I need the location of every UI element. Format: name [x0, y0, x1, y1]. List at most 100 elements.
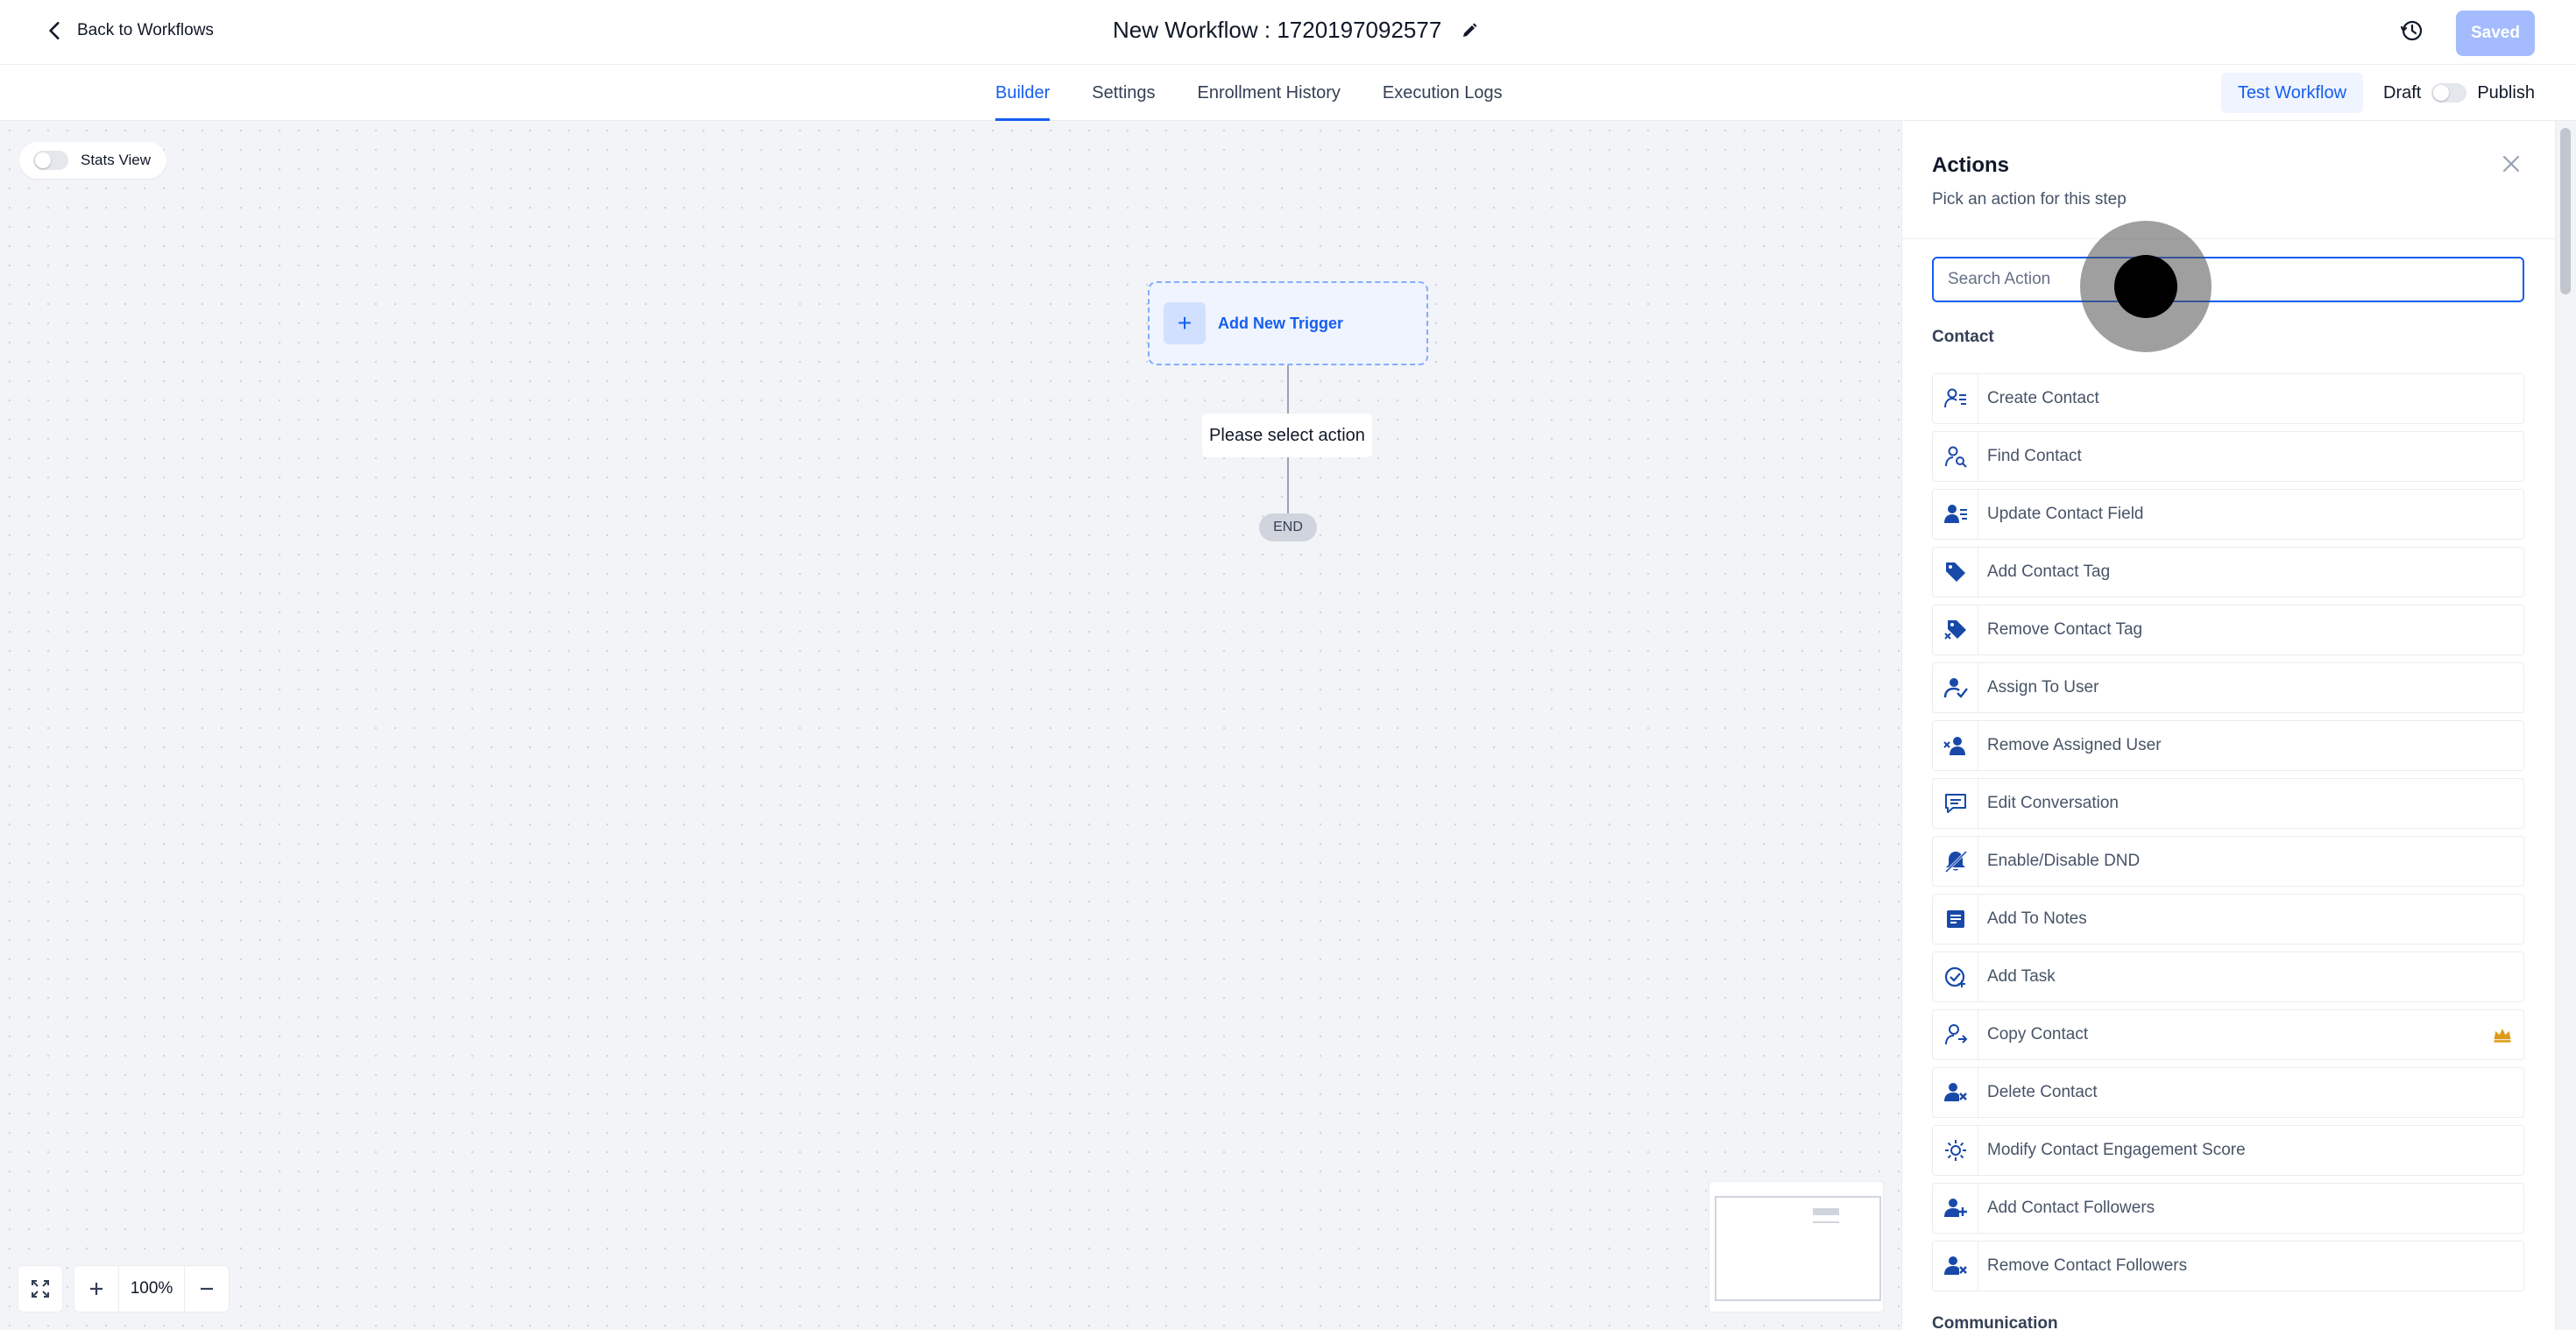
stats-view-toggle[interactable]	[33, 151, 68, 170]
tab-enrollment-history[interactable]: Enrollment History	[1198, 65, 1341, 121]
minus-icon	[201, 1287, 213, 1291]
user-assign-icon	[1943, 678, 1968, 698]
publish-toggle-group: Draft Publish	[2383, 65, 2535, 121]
tab-bar: Builder Settings Enrollment History Exec…	[0, 65, 2576, 121]
action-icon-cell	[1933, 1242, 1978, 1291]
saved-button[interactable]: Saved	[2456, 11, 2535, 56]
action-item[interactable]: Add To Notes	[1932, 894, 2524, 944]
panel-subtitle: Pick an action for this step	[1932, 190, 2127, 209]
bell-off-icon	[1944, 850, 1967, 874]
pencil-icon[interactable]	[1461, 22, 1478, 39]
action-icon-cell	[1933, 548, 1978, 597]
plus-icon: +	[1164, 302, 1206, 344]
action-item[interactable]: Find Contact	[1932, 431, 2524, 482]
tab-execution-logs[interactable]: Execution Logs	[1383, 65, 1503, 121]
user-copy-icon	[1944, 1024, 1967, 1045]
section-communication: Communication	[1932, 1314, 2058, 1330]
select-action-node[interactable]: Please select action	[1202, 414, 1372, 457]
user-x-icon	[1943, 1256, 1967, 1275]
action-item[interactable]: Add Contact Tag	[1932, 547, 2524, 598]
action-label: Remove Assigned User	[1987, 736, 2162, 754]
panel-scrollbar[interactable]	[2555, 121, 2576, 1330]
connector-line	[1287, 365, 1289, 414]
action-icon-cell	[1933, 952, 1978, 1001]
search-action-input[interactable]	[1932, 257, 2524, 302]
action-icon-cell	[1933, 374, 1978, 423]
zoom-level: 100%	[118, 1266, 185, 1312]
action-item[interactable]: Create Contact	[1932, 373, 2524, 424]
action-label: Add Contact Tag	[1987, 562, 2111, 581]
action-item[interactable]: Modify Contact Engagement Score	[1932, 1125, 2524, 1176]
action-item[interactable]: Update Contact Field	[1932, 489, 2524, 540]
action-label: Modify Contact Engagement Score	[1987, 1141, 2246, 1159]
zoom-controls: 100%	[18, 1265, 230, 1312]
tab-builder[interactable]: Builder	[995, 65, 1051, 121]
action-item[interactable]: Copy Contact	[1932, 1009, 2524, 1060]
panel-title: Actions	[1932, 153, 2010, 177]
action-label: Add To Notes	[1987, 909, 2087, 928]
workflow-canvas[interactable]: Stats View + Add New Trigger Please sele…	[0, 121, 1901, 1330]
action-icon-cell	[1933, 490, 1978, 539]
top-bar: Back to Workflows New Workflow : 1720197…	[0, 0, 2576, 65]
chevron-left-icon	[49, 22, 60, 39]
publish-toggle[interactable]	[2431, 83, 2467, 103]
add-new-trigger-card[interactable]: + Add New Trigger	[1148, 281, 1428, 365]
crown-icon	[2494, 1029, 2511, 1043]
user-lines-icon	[1943, 388, 1966, 408]
tab-list: Builder Settings Enrollment History Exec…	[995, 65, 1503, 121]
action-item[interactable]: Add Task	[1932, 952, 2524, 1002]
tab-settings[interactable]: Settings	[1092, 65, 1155, 121]
action-item[interactable]: Remove Contact Tag	[1932, 605, 2524, 655]
action-icon-cell	[1933, 721, 1978, 770]
divider	[1902, 238, 2555, 239]
action-label: Copy Contact	[1987, 1025, 2089, 1043]
workflow-title-text: New Workflow : 1720197092577	[1113, 17, 1442, 43]
scrollbar-thumb[interactable]	[2560, 128, 2571, 294]
action-label: Create Contact	[1987, 389, 2099, 407]
action-item[interactable]: Assign To User	[1932, 662, 2524, 713]
tag-icon	[1945, 562, 1965, 582]
back-label: Back to Workflows	[77, 21, 214, 39]
action-item[interactable]: Remove Contact Followers	[1932, 1241, 2524, 1291]
action-item[interactable]: Enable/Disable DND	[1932, 836, 2524, 887]
action-label: Delete Contact	[1987, 1083, 2098, 1101]
action-item[interactable]: Remove Assigned User	[1932, 720, 2524, 771]
zoom-out-button[interactable]	[185, 1266, 229, 1312]
action-item[interactable]: Delete Contact	[1932, 1067, 2524, 1118]
user-remove-icon	[1943, 737, 1965, 755]
user-delete-icon	[1943, 1083, 1967, 1101]
action-label: Update Contact Field	[1987, 505, 2144, 523]
touch-indicator-center	[2114, 255, 2177, 318]
close-icon[interactable]	[2500, 152, 2523, 175]
connector-line	[1287, 457, 1289, 513]
history-icon[interactable]	[2399, 18, 2425, 44]
action-icon-cell	[1933, 1010, 1978, 1059]
sun-icon	[1944, 1140, 1966, 1161]
task-check-icon	[1944, 966, 1965, 987]
action-item[interactable]: Add Contact Followers	[1932, 1183, 2524, 1234]
action-label: Find Contact	[1987, 447, 2082, 465]
publish-label: Publish	[2477, 82, 2535, 103]
action-item[interactable]: Edit Conversation	[1932, 778, 2524, 829]
zoom-in-button[interactable]	[74, 1266, 118, 1312]
draft-label: Draft	[2383, 82, 2422, 103]
user-search-icon	[1944, 446, 1967, 468]
action-label: Remove Contact Followers	[1987, 1256, 2188, 1275]
test-workflow-button[interactable]: Test Workflow	[2221, 73, 2363, 113]
minimap[interactable]	[1709, 1181, 1884, 1312]
actions-panel: Actions Pick an action for this step Con…	[1901, 121, 2555, 1330]
back-to-workflows-link[interactable]: Back to Workflows	[44, 19, 214, 42]
user-plus-icon	[1943, 1199, 1967, 1217]
action-icon-cell	[1933, 1126, 1978, 1175]
action-icon-cell	[1933, 663, 1978, 712]
expand-icon	[32, 1280, 49, 1298]
minimap-node	[1813, 1208, 1839, 1215]
action-icon-cell	[1933, 1184, 1978, 1233]
section-contact: Contact	[1932, 328, 1994, 346]
action-icon-cell	[1933, 779, 1978, 828]
action-icon-cell	[1933, 432, 1978, 481]
stats-view-toggle-group: Stats View	[19, 142, 167, 179]
end-node: END	[1259, 513, 1317, 541]
fit-view-button[interactable]	[18, 1266, 62, 1312]
action-list: Create Contact Find Contact Update Contact…	[1932, 373, 2524, 1298]
